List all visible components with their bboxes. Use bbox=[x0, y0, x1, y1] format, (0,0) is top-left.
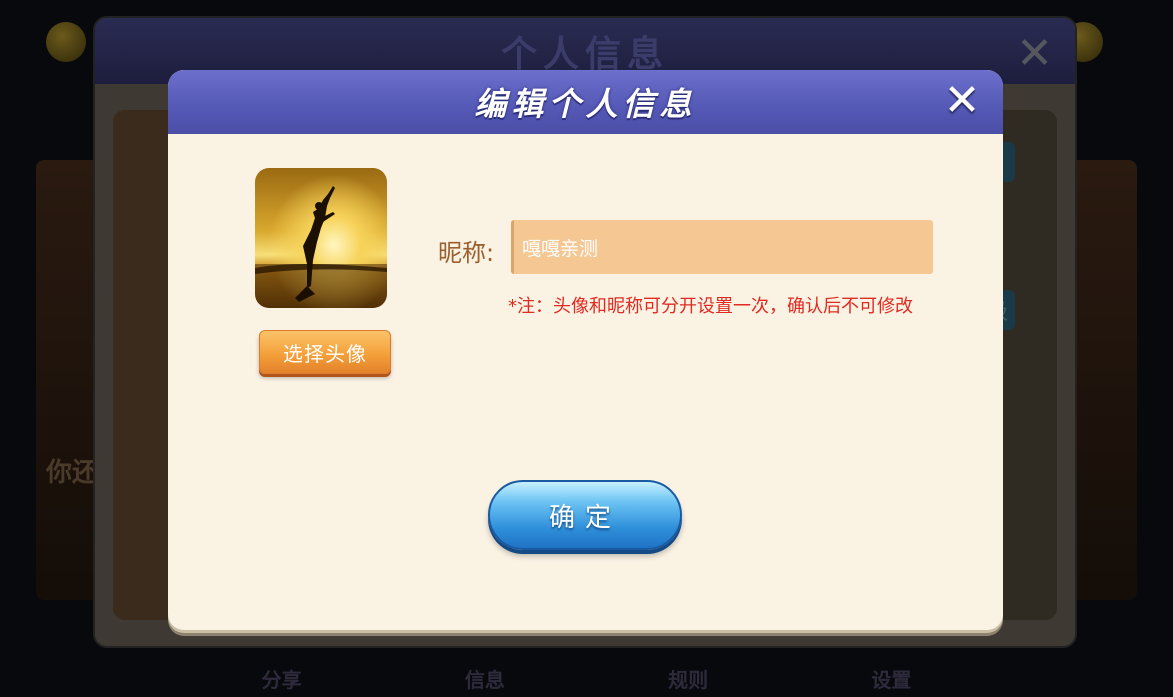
bottom-nav: 分享 信息 规则 设置 bbox=[180, 647, 993, 697]
edit-profile-header: 编辑个人信息 ✕ bbox=[168, 70, 1003, 134]
nav-settings[interactable]: 设置 bbox=[871, 664, 911, 697]
nav-share[interactable]: 分享 bbox=[262, 664, 302, 697]
nav-message[interactable]: 信息 bbox=[465, 664, 505, 697]
bg-side-text: 你还 bbox=[46, 458, 99, 488]
nickname-input[interactable] bbox=[511, 220, 933, 274]
edit-profile-dialog: 编辑个人信息 ✕ 选择头像 昵称: *注：头像和昵称可分开设置一次，确认后不可修… bbox=[168, 70, 1003, 630]
choose-avatar-button[interactable]: 选择头像 bbox=[259, 330, 391, 374]
personal-info-close-icon[interactable]: ✕ bbox=[1016, 28, 1053, 79]
bg-right-card bbox=[1067, 160, 1137, 600]
bg-avatar-icon bbox=[46, 22, 86, 62]
personal-info-left-panel bbox=[113, 110, 173, 620]
confirm-button[interactable]: 确定 bbox=[488, 480, 682, 550]
close-icon[interactable]: ✕ bbox=[941, 79, 983, 123]
nickname-label: 昵称: bbox=[438, 239, 495, 267]
nav-rules[interactable]: 规则 bbox=[668, 664, 708, 697]
edit-profile-title: 编辑个人信息 bbox=[474, 85, 697, 123]
profile-note: *注：头像和昵称可分开设置一次，确认后不可修改 bbox=[508, 296, 913, 317]
avatar-image bbox=[255, 168, 387, 308]
avatar bbox=[255, 168, 387, 308]
